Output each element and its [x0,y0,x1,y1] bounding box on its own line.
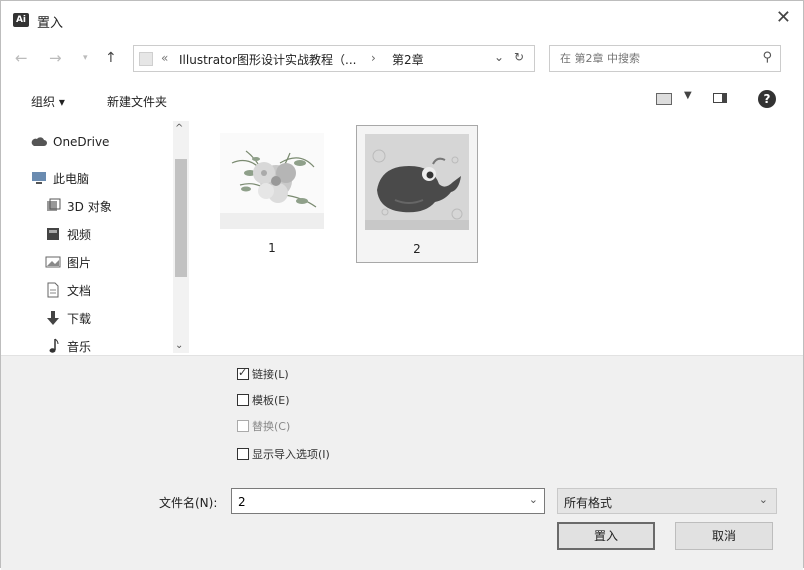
breadcrumb-overflow[interactable]: « [161,51,168,65]
sidebar-item-label: OneDrive [53,135,110,149]
sidebar-item-label: 音乐 [67,339,92,354]
search-icon[interactable]: ⚲ [762,50,772,65]
template-checkbox[interactable]: 模板(E) [237,392,290,408]
recent-dropdown-icon[interactable]: ▾ [83,53,88,63]
computer-icon [31,170,47,186]
checkbox-box[interactable] [237,448,249,460]
checkbox-box[interactable] [237,394,249,406]
folder-icon [139,52,153,66]
options-panel: ✓ 链接(L) 模板(E) 替换(C) 显示导入选项(I) 文件名(N): ⌄ … [1,355,803,570]
refresh-icon[interactable]: ↻ [514,50,524,64]
sidebar-item-onedrive[interactable]: OneDrive [31,131,109,153]
place-dialog: Ai 置入 ✕ ← → ▾ ↑ « Illustrator图形设计实战教程（..… [0,0,804,570]
sidebar-item-label: 视频 [67,227,92,242]
search-input[interactable] [558,51,752,66]
up-arrow-icon[interactable]: ↑ [105,50,117,66]
link-checkbox-label: 链接(L) [252,368,289,381]
title-bar: Ai 置入 ✕ [1,1,803,37]
file-name-input[interactable] [236,494,520,510]
sidebar-item-label: 下载 [67,311,92,326]
address-bar[interactable]: « Illustrator图形设计实战教程（... › 第2章 ⌄ ↻ [133,45,535,72]
download-arrow-icon [45,310,61,326]
search-box[interactable]: ⚲ [549,45,781,72]
sidebar-item-label: 图片 [67,255,92,270]
file-name: 2 [413,242,421,256]
sidebar-item-downloads[interactable]: 下载 [45,307,91,329]
file-item-selected[interactable]: 2 [356,125,478,263]
sidebar-item-label: 3D 对象 [67,199,112,214]
picture-icon [45,254,61,270]
flower-bouquet-thumbnail [220,133,324,229]
sidebar-item-videos[interactable]: 视频 [45,223,91,245]
file-type-select[interactable]: 所有格式 ⌄ [557,488,777,514]
file-name-label: 文件名(N): [159,496,218,510]
help-icon[interactable]: ? [758,90,776,108]
show-import-options-checkbox[interactable]: 显示导入选项(I) [237,446,330,462]
cloud-icon [31,134,47,150]
breadcrumb-current[interactable]: 第2章 [392,51,424,68]
sidebar-item-3d-objects[interactable]: 3D 对象 [45,195,112,217]
checkmark-icon: ✓ [238,366,248,379]
sidebar-item-music[interactable]: 音乐 [45,335,91,353]
change-view-icon[interactable] [656,93,672,105]
scroll-down-icon[interactable]: ⌄ [175,340,183,351]
back-arrow-icon[interactable]: ← [15,49,28,67]
cube-icon [45,198,61,214]
view-dropdown-icon[interactable]: ▼ [684,90,692,101]
checkbox-box[interactable]: ✓ [237,366,249,380]
navigation-pane: OneDrive 此电脑 3D 对象 视频 图片 文档 下载 音乐 [15,121,189,353]
file-name: 1 [268,241,276,255]
sidebar-item-label: 此电脑 [53,171,90,186]
video-icon [45,226,61,242]
cancel-button[interactable]: 取消 [675,522,773,550]
whale-thumbnail [365,134,469,230]
replace-checkbox: 替换(C) [237,418,290,434]
sidebar-item-label: 文档 [67,283,92,298]
chevron-down-icon[interactable]: ⌄ [529,493,538,506]
address-dropdown-icon[interactable]: ⌄ [494,50,504,64]
scroll-up-icon[interactable]: ^ [175,123,183,134]
template-checkbox-label: 模板(E) [252,394,290,407]
sidebar-item-this-pc[interactable]: 此电脑 [31,167,89,189]
music-note-icon [45,338,61,353]
sidebar-item-documents[interactable]: 文档 [45,279,91,301]
preview-pane-icon[interactable] [713,93,727,103]
close-button[interactable]: ✕ [776,7,791,28]
chevron-down-icon[interactable]: ⌄ [759,493,768,506]
toolbar: 组织 ▾ 新建文件夹 ▼ ? [1,87,803,115]
organize-button[interactable]: 组织 ▾ [31,93,65,110]
replace-checkbox-label: 替换(C) [252,420,291,433]
place-button[interactable]: 置入 [557,522,655,550]
file-name-combobox[interactable]: ⌄ [231,488,545,514]
address-row: ← → ▾ ↑ « Illustrator图形设计实战教程（... › 第2章 … [1,45,803,75]
link-checkbox[interactable]: ✓ 链接(L) [237,366,289,382]
sidebar-item-pictures[interactable]: 图片 [45,251,91,273]
file-type-value: 所有格式 [564,496,613,510]
show-import-options-label: 显示导入选项(I) [252,448,330,461]
forward-arrow-icon[interactable]: → [49,49,62,67]
document-icon [45,282,61,298]
breadcrumb-parent[interactable]: Illustrator图形设计实战教程（... [179,51,356,68]
checkbox-box [237,420,249,432]
dialog-title: 置入 [37,16,64,31]
scrollbar-thumb[interactable] [175,159,187,277]
breadcrumb-separator-icon[interactable]: › [371,51,376,65]
file-item[interactable]: 1 [212,125,332,261]
sidebar-scrollbar[interactable]: ^ ⌄ [173,121,189,353]
illustrator-app-icon: Ai [13,13,29,27]
new-folder-button[interactable]: 新建文件夹 [107,93,167,110]
